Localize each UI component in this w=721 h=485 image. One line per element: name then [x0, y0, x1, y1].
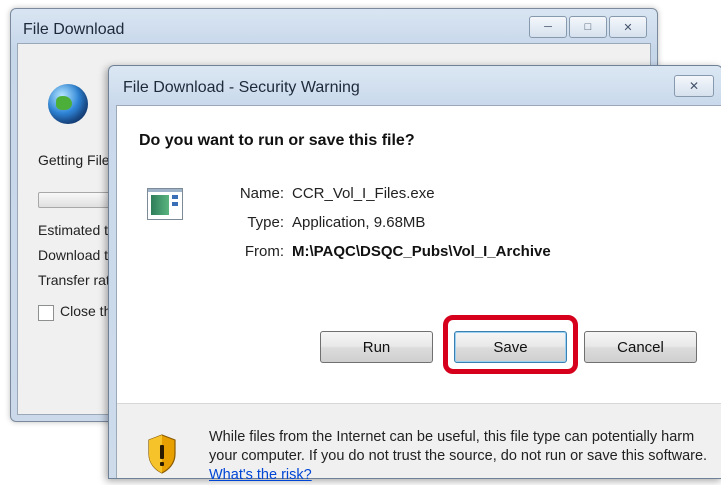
estimated-time-label: Estimated t	[38, 222, 109, 238]
run-button[interactable]: Run	[320, 331, 433, 363]
warning-text: While files from the Internet can be use…	[209, 429, 708, 464]
from-label: From:	[244, 243, 284, 260]
security-warning-dialog: File Download - Security Warning ✕ Do yo…	[108, 65, 721, 483]
dialog-client: Do you want to run or save this file? Na…	[116, 105, 721, 483]
transfer-rate-label: Transfer rat	[38, 272, 110, 288]
cancel-button[interactable]: Cancel	[584, 331, 697, 363]
minimize-button[interactable]: ─	[529, 16, 567, 38]
maximize-button[interactable]: □	[569, 16, 607, 38]
dialog-question: Do you want to run or save this file?	[139, 132, 415, 149]
close-on-complete-checkbox[interactable]	[38, 305, 54, 321]
close-icon: ✕	[688, 79, 700, 93]
minimize-icon: ─	[544, 21, 552, 33]
maximize-icon: □	[584, 21, 592, 33]
name-value: CCR_Vol_I_Files.exe	[292, 185, 435, 202]
file-icon	[147, 188, 183, 220]
getting-file-label: Getting File	[38, 152, 110, 168]
shield-warning-icon	[148, 434, 176, 474]
close-on-complete-label: Close th	[60, 303, 112, 319]
name-label: Name:	[239, 185, 284, 202]
close-icon: ✕	[623, 21, 633, 34]
dialog-close-button[interactable]: ✕	[674, 75, 714, 97]
download-to-label: Download t	[38, 247, 109, 263]
warning-message: While files from the Internet can be use…	[209, 428, 714, 485]
warning-footer: While files from the Internet can be use…	[117, 404, 721, 483]
from-value: M:\PAQC\DSQC_Pubs\Vol_I_Archive	[292, 243, 551, 260]
back-window-title: File Download	[23, 21, 125, 38]
type-value: Application, 9.68MB	[292, 214, 426, 231]
caption-buttons: ─ □ ✕	[529, 16, 647, 38]
whats-the-risk-link[interactable]: What's the risk?	[209, 467, 312, 483]
dialog-title: File Download - Security Warning	[123, 79, 360, 96]
globe-icon	[48, 84, 88, 124]
close-button[interactable]: ✕	[609, 16, 647, 38]
save-highlight-annotation	[443, 315, 578, 374]
type-label: Type:	[247, 214, 284, 231]
